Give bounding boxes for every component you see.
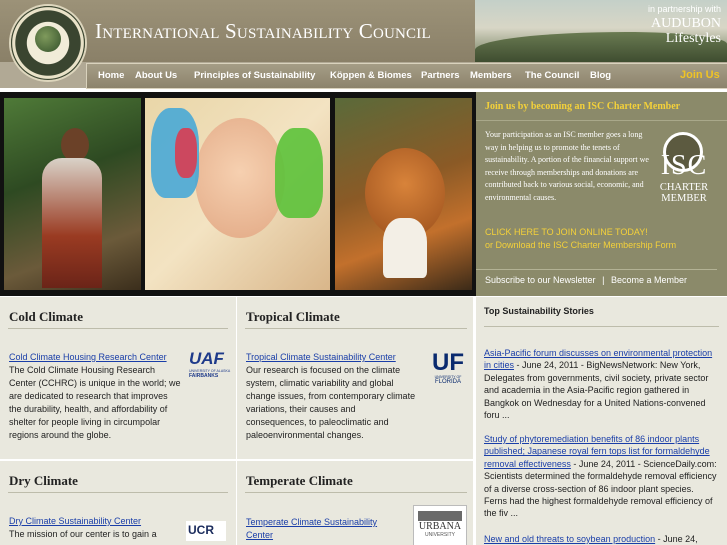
dry-climate-link[interactable]: Dry Climate Sustainability Center xyxy=(9,516,141,526)
uf-mark: UF xyxy=(432,349,464,376)
audubon-logo: AUDUBON Lifestyles xyxy=(651,16,721,46)
box-title: Tropical Climate xyxy=(246,309,340,324)
partner-banner[interactable]: in partnership with AUDUBON Lifestyles xyxy=(475,0,727,62)
photo-figure-body xyxy=(42,158,102,288)
photo-woman-in-hijab xyxy=(4,98,141,290)
become-member-link[interactable]: Become a Member xyxy=(611,275,687,285)
photo-strip xyxy=(0,92,476,296)
nav-blog[interactable]: Blog xyxy=(590,70,611,81)
photo-red-fox xyxy=(335,98,472,290)
divider xyxy=(245,328,467,329)
ucr-logo[interactable]: UCR xyxy=(186,521,226,541)
dry-climate-box: Dry Climate Dry Climate Sustainability C… xyxy=(0,461,236,545)
tropical-climate-box: Tropical Climate Tropical Climate Sustai… xyxy=(237,297,473,459)
tropical-climate-link[interactable]: Tropical Climate Sustainability Center xyxy=(246,352,396,362)
nav-principles[interactable]: Principles of Sustainability xyxy=(194,70,315,81)
urbana-sub: UNIVERSITY xyxy=(424,532,455,538)
photo-figure xyxy=(61,128,89,162)
story-item: Asia-Pacific forum discusses on environm… xyxy=(484,347,718,421)
story-text: - June 24, 2011 - BigNewsNetwork: New Yo… xyxy=(484,360,709,421)
globe-icon xyxy=(35,26,61,52)
nav-bar: Home About Us Principles of Sustainabili… xyxy=(86,63,727,89)
nav-about-us[interactable]: About Us xyxy=(135,70,177,81)
badge-isc: ISC xyxy=(660,150,708,181)
nav-the-council[interactable]: The Council xyxy=(525,70,579,81)
divider xyxy=(8,492,228,493)
audubon-lifestyles: Lifestyles xyxy=(665,31,721,46)
audubon-name: AUDUBON xyxy=(651,16,721,31)
cold-climate-link[interactable]: Cold Climate Housing Research Center xyxy=(9,352,167,362)
box-title: Temperate Climate xyxy=(246,473,353,488)
badge-label: CHARTER MEMBER xyxy=(649,182,719,204)
divider xyxy=(8,328,228,329)
site-title[interactable]: International Sustainability Council xyxy=(95,19,431,44)
box-title: Dry Climate xyxy=(9,473,78,488)
uf-sub2: FLORIDA xyxy=(434,379,461,385)
box-title: Cold Climate xyxy=(9,309,84,324)
urbana-mark: URBANA xyxy=(418,521,462,532)
box-description: The Cold Climate Housing Research Center… xyxy=(9,365,181,440)
download-line: or Download the ISC Charter Membership F… xyxy=(485,240,676,250)
badge-charter: CHARTER xyxy=(659,182,709,193)
or-text: or xyxy=(485,240,494,250)
photo-green-hand xyxy=(275,128,323,218)
story-text: - June 24, xyxy=(655,534,698,544)
nav-koppen-biomes[interactable]: Köppen & Biomes xyxy=(330,70,412,81)
uaf-logo[interactable]: UAF UNIVERSITY OF ALASKA FAIRBANKS xyxy=(189,349,231,385)
story-item: New and old threats to soybean productio… xyxy=(484,533,718,545)
membership-heading: Join us by becoming an ISC Charter Membe… xyxy=(485,101,681,112)
badge-member: MEMBER xyxy=(661,193,707,204)
cold-climate-box: Cold Climate Cold Climate Housing Resear… xyxy=(0,297,236,459)
main-navigation: Home About Us Principles of Sustainabili… xyxy=(0,62,727,89)
divider xyxy=(476,269,717,270)
divider xyxy=(476,120,727,121)
box-description: The mission of our center is to gain a xyxy=(9,529,157,539)
uaf-sub2: FAIRBANKS xyxy=(189,373,219,379)
header-band: International Sustainability Council xyxy=(0,0,475,80)
uaf-mark: UAF xyxy=(189,349,224,368)
urbana-building-icon xyxy=(418,511,462,521)
temperate-climate-link[interactable]: Temperate Climate Sustainability Center xyxy=(246,516,406,542)
box-description: Our research is focused on the climate s… xyxy=(246,365,416,440)
nav-home[interactable]: Home xyxy=(98,70,124,81)
stories-heading: Top Sustainability Stories xyxy=(484,306,594,316)
ucr-mark: UCR xyxy=(188,523,214,537)
divider xyxy=(484,326,719,327)
charter-member-badge: ISC CHARTER MEMBER xyxy=(649,132,719,212)
member-links: Subscribe to our Newsletter | Become a M… xyxy=(485,275,687,285)
partner-label: in partnership with xyxy=(647,4,721,14)
urbana-logo[interactable]: URBANA UNIVERSITY xyxy=(413,505,467,545)
separator: | xyxy=(602,275,605,285)
photo-child-face xyxy=(195,118,285,238)
photo-red-hand xyxy=(175,128,197,178)
join-online-link[interactable]: CLICK HERE TO JOIN ONLINE TODAY! xyxy=(485,227,648,237)
join-us-link[interactable]: Join Us xyxy=(680,69,720,81)
story-link[interactable]: New and old threats to soybean productio… xyxy=(484,534,655,544)
sustainability-stories: Top Sustainability Stories Asia-Pacific … xyxy=(476,297,727,545)
uf-logo[interactable]: UF UNIVERSITY OF FLORIDA xyxy=(427,351,469,391)
newsletter-link[interactable]: Subscribe to our Newsletter xyxy=(485,275,596,285)
story-item: Study of phytoremediation benefits of 86… xyxy=(484,433,718,520)
membership-panel: Join us by becoming an ISC Charter Membe… xyxy=(476,92,727,296)
membership-description: Your participation as an ISC member goes… xyxy=(485,130,649,202)
nav-members[interactable]: Members xyxy=(470,70,512,81)
temperate-climate-box: Temperate Climate Temperate Climate Sust… xyxy=(237,461,473,545)
divider xyxy=(245,492,467,493)
photo-fox-chest xyxy=(383,218,427,278)
photo-child-painted-hands xyxy=(145,98,330,290)
download-form-link[interactable]: Download the ISC Charter Membership Form xyxy=(496,240,677,250)
site-header: International Sustainability Council in … xyxy=(0,0,727,89)
nav-partners[interactable]: Partners xyxy=(421,70,460,81)
